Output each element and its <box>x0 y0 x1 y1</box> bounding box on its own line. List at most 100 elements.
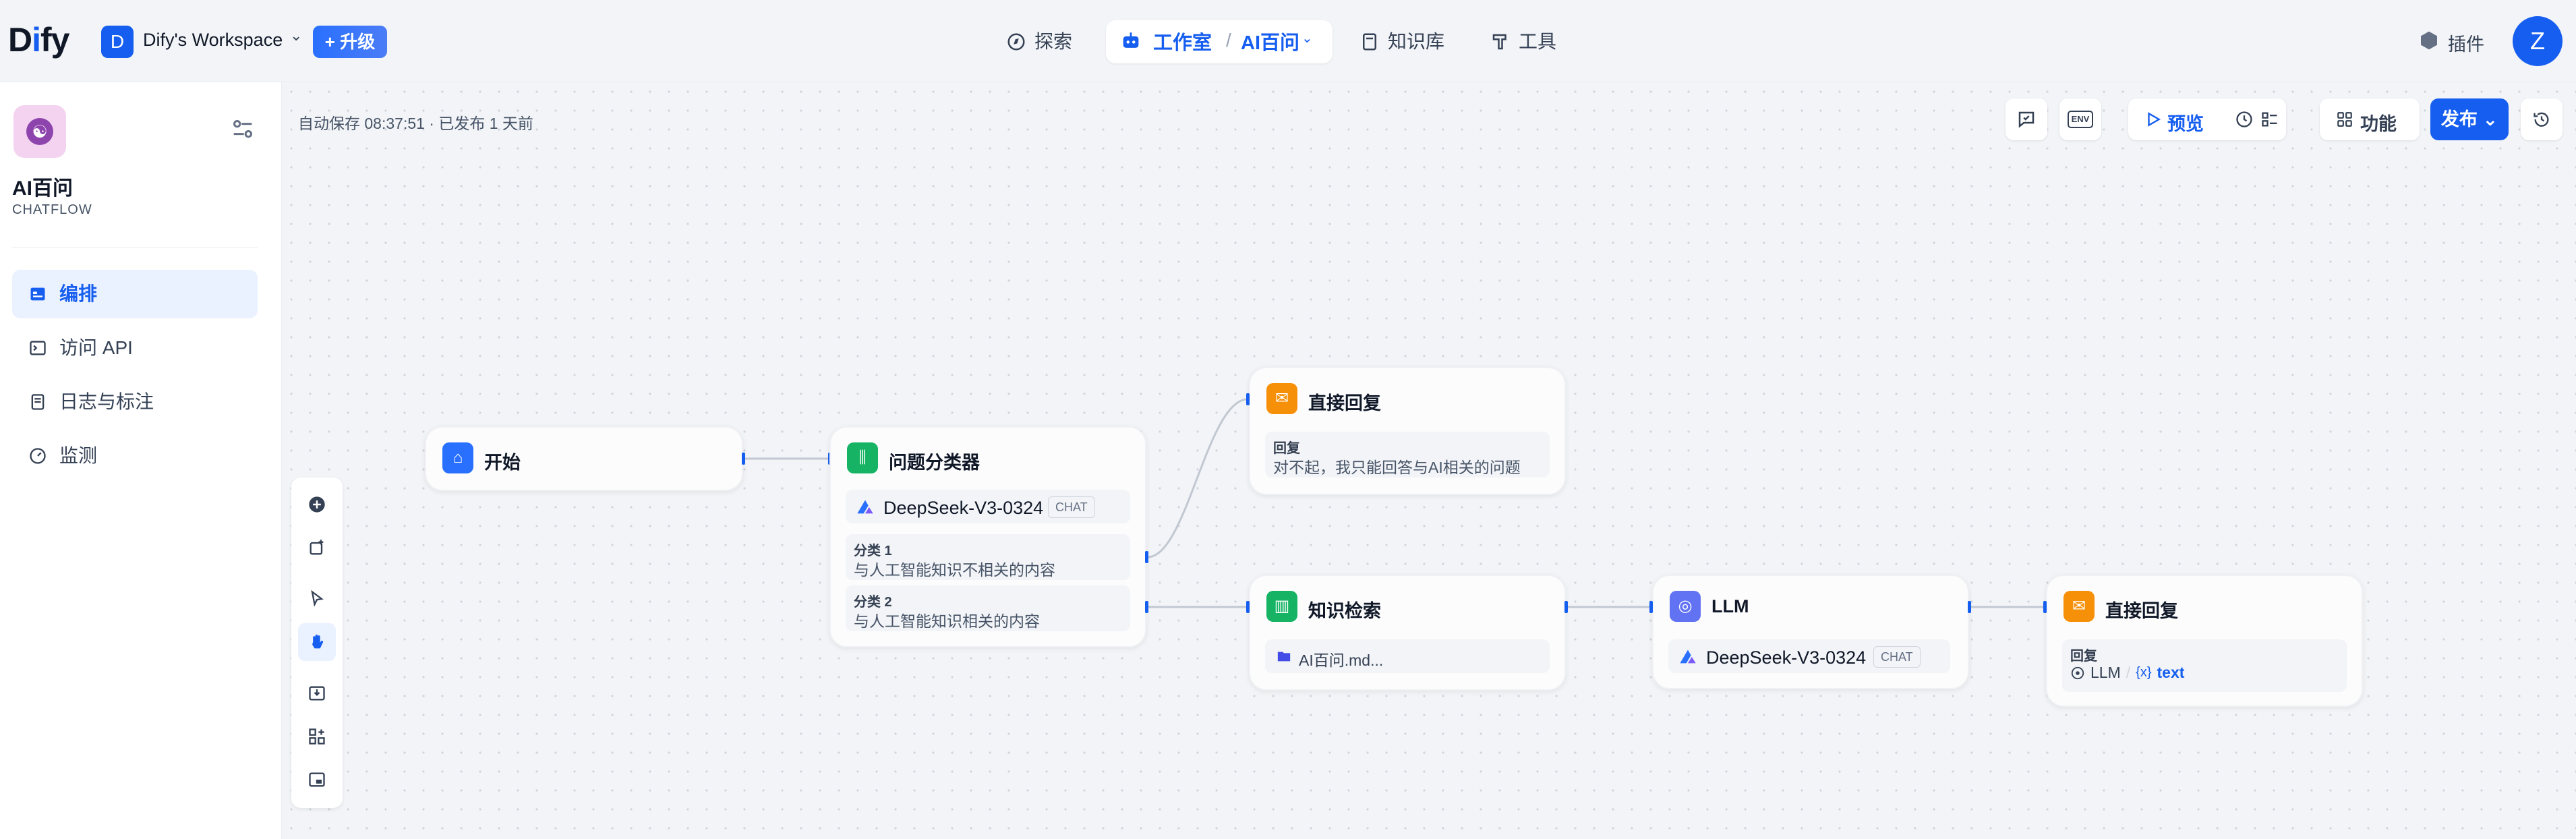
model-mode-badge: CHAT <box>1873 646 1921 668</box>
version-history-button[interactable] <box>2521 98 2563 140</box>
nav-studio-label[interactable]: 工作室 <box>1153 27 1212 55</box>
model-name: DeepSeek-V3-0324 <box>883 498 1044 518</box>
node-knowledge-retrieval[interactable]: ▥ 知识检索 AI百问.md... <box>1249 575 1566 691</box>
variable-name: text <box>2157 664 2185 681</box>
target-handle[interactable] <box>1649 601 1653 613</box>
nav-knowledge-label: 知识库 <box>1388 31 1445 52</box>
add-note-button[interactable] <box>298 529 336 567</box>
sidebar-item-logs[interactable]: 日志与标注 <box>12 378 258 426</box>
divider <box>12 247 258 248</box>
target-handle[interactable] <box>1246 601 1250 613</box>
reply-field: 回复 LLM / {x} text <box>2062 639 2347 692</box>
model-mode-badge: CHAT <box>1048 496 1095 518</box>
sidebar-item-api[interactable]: 访问 API <box>12 324 258 372</box>
node-start[interactable]: ⌂ 开始 <box>425 426 743 491</box>
dataset-name: AI百问.md... <box>1299 652 1384 669</box>
preview-toolbar-group: 预览 <box>2128 98 2286 140</box>
sidebar-item-monitor[interactable]: 监测 <box>12 432 258 480</box>
nav-knowledge[interactable]: 知识库 <box>1359 24 1444 59</box>
chevron-down-icon[interactable]: ⌄ <box>1301 30 1313 47</box>
variable-node: LLM <box>2090 664 2121 681</box>
top-navbar: Dify D Dify's Workspace ⌄ + 升级 探索 工作室 / … <box>0 0 2576 82</box>
reply-field: 回复 对不起，我只能回答与AI相关的问题 <box>1265 432 1550 478</box>
sidebar-item-label: 编排 <box>59 283 98 304</box>
plugins-link[interactable]: 插件 <box>2448 30 2484 56</box>
minimap-icon <box>309 772 325 787</box>
source-handle[interactable] <box>1968 601 1971 613</box>
robot-icon <box>1123 32 1139 48</box>
publish-label: 发布 <box>2440 109 2478 129</box>
reply-icon: ✉ <box>2063 591 2095 622</box>
compass-icon <box>1007 33 1025 51</box>
workspace-name[interactable]: Dify's Workspace <box>143 30 283 51</box>
field-label: 回复 <box>1273 441 1300 456</box>
terminal-icon <box>30 341 46 355</box>
model-selector[interactable]: DeepSeek-V3-0324 CHAT <box>846 490 1130 523</box>
class-text: 与人工智能知识不相关的内容 <box>854 561 1055 579</box>
sidebar-item-label: 日志与标注 <box>59 391 154 412</box>
breadcrumb-separator: / <box>1226 30 1231 51</box>
source-handle[interactable] <box>1564 601 1568 613</box>
checklist-button[interactable] <box>2006 98 2047 140</box>
model-selector[interactable]: DeepSeek-V3-0324 CHAT <box>1668 639 1950 673</box>
sliders-icon[interactable] <box>229 116 256 143</box>
node-direct-answer[interactable]: ✉ 直接回复 回复 对不起，我只能回答与AI相关的问题 <box>1249 367 1566 495</box>
model-name: DeepSeek-V3-0324 <box>1706 647 1867 668</box>
dify-logo[interactable]: Dify <box>8 20 69 59</box>
nav-tools[interactable]: 工具 <box>1490 24 1556 59</box>
pointer-mode-button[interactable] <box>298 580 336 618</box>
source-handle[interactable] <box>742 453 745 465</box>
book-icon <box>1363 33 1376 51</box>
variable-icon: {x} <box>2136 665 2152 680</box>
node-question-classifier[interactable]: ⫼ 问题分类器 DeepSeek-V3-0324 CHAT 分类 1 与人工智能… <box>829 426 1146 647</box>
class-text: 与人工智能知识相关的内容 <box>854 612 1040 630</box>
reply-icon: ✉ <box>1266 383 1297 414</box>
features-button[interactable]: 功能 <box>2320 98 2420 140</box>
node-title: 直接回复 <box>1308 393 1381 413</box>
target-handle[interactable] <box>1246 393 1250 405</box>
layout-grid-add-icon <box>309 728 325 745</box>
nav-tools-label: 工具 <box>1519 31 1557 52</box>
chevron-down-icon[interactable]: ⌄ <box>290 27 302 45</box>
download-image-icon <box>309 686 325 701</box>
history-icon <box>2534 112 2549 127</box>
run-history-icon[interactable] <box>2235 110 2254 129</box>
publish-button[interactable]: 发布 ⌄ <box>2430 98 2509 140</box>
target-handle[interactable] <box>2043 601 2047 613</box>
checklist-icon[interactable] <box>2260 110 2279 129</box>
folder-icon <box>1277 652 1291 662</box>
sidebar-item-label: 访问 API <box>59 337 133 358</box>
workspace-avatar[interactable]: D <box>101 26 134 58</box>
minimap-button[interactable] <box>298 761 336 799</box>
env-button[interactable]: ENV <box>2059 98 2101 140</box>
source-handle[interactable] <box>1145 551 1148 563</box>
current-app-selector[interactable]: AI百问 <box>1241 27 1299 55</box>
variable-reference[interactable]: LLM / {x} text <box>2070 664 2184 682</box>
node-direct-answer[interactable]: ✉ 直接回复 回复 LLM / {x} text <box>2046 575 2363 707</box>
class-label: 分类 1 <box>854 544 892 558</box>
add-node-button[interactable] <box>298 486 336 523</box>
apps-grid-icon <box>2337 112 2352 127</box>
field-label: 回复 <box>2070 649 2097 664</box>
source-handle[interactable] <box>1145 601 1148 613</box>
export-image-button[interactable] <box>298 674 336 712</box>
user-avatar[interactable]: Z <box>2513 16 2563 66</box>
class-item[interactable]: 分类 1 与人工智能知识不相关的内容 <box>846 534 1130 580</box>
plus-circle-icon <box>309 496 325 513</box>
layout-icon <box>30 287 45 301</box>
llm-icon: ◎ <box>1670 591 1701 622</box>
hammer-icon <box>1492 34 1506 50</box>
upgrade-button[interactable]: + 升级 <box>313 26 387 58</box>
dataset-item[interactable]: AI百问.md... <box>1265 639 1550 673</box>
nav-explore[interactable]: 探索 <box>1006 24 1072 59</box>
class-item[interactable]: 分类 2 与人工智能知识相关的内容 <box>846 585 1130 631</box>
llm-icon <box>2071 666 2084 679</box>
node-llm[interactable]: ◎ LLM DeepSeek-V3-0324 CHAT <box>1652 575 1969 689</box>
chevron-down-icon: ⌄ <box>2482 109 2498 129</box>
preview-button[interactable]: 预览 <box>2167 109 2204 136</box>
hand-mode-button[interactable] <box>298 623 336 661</box>
sidebar-item-orchestrate[interactable]: 编排 <box>12 270 258 318</box>
features-label: 功能 <box>2360 114 2397 134</box>
message-check-icon <box>2018 111 2035 128</box>
organize-blocks-button[interactable] <box>298 718 336 755</box>
